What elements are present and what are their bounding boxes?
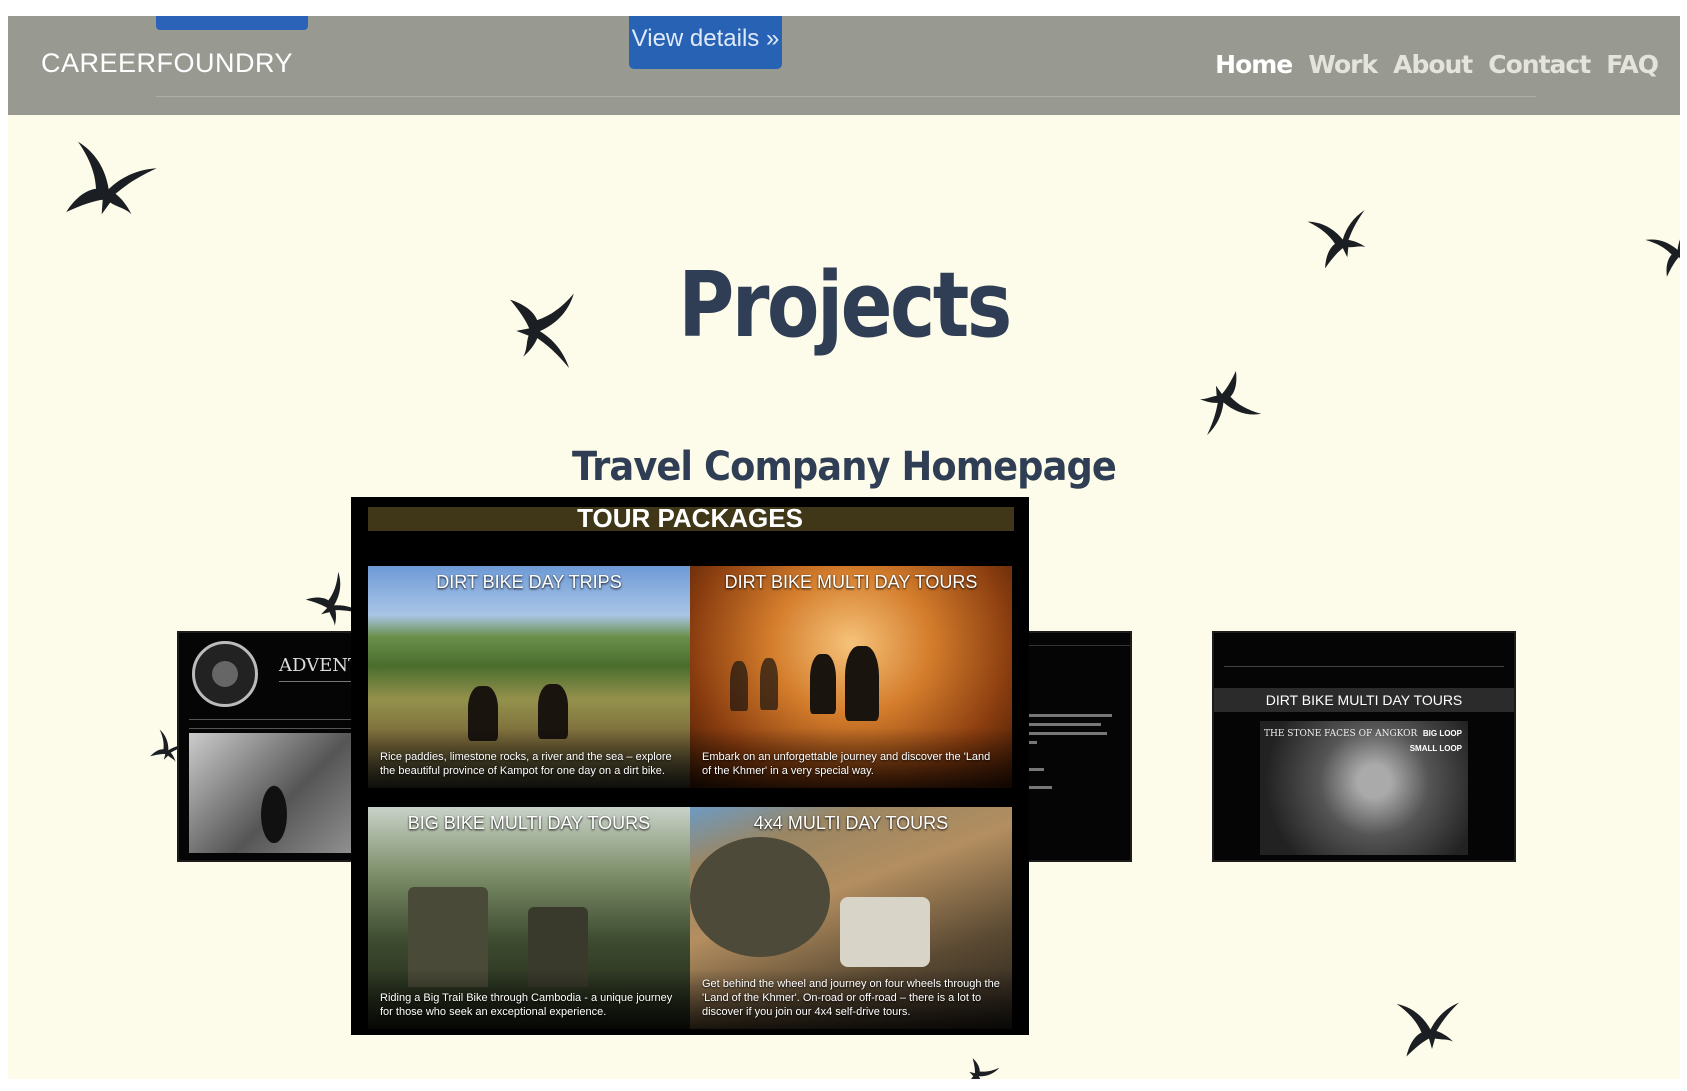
page: CAREERFOUNDRY View details » Home Work A… (8, 16, 1680, 1079)
angkor-photo (1260, 721, 1468, 855)
site-nav (189, 719, 369, 729)
adventure-logo-icon (192, 641, 258, 707)
nav-link-contact[interactable]: Contact (1488, 50, 1591, 79)
tile-title: DIRT BIKE DAY TRIPS (436, 572, 622, 592)
navbar-divider (156, 96, 1536, 97)
site-nav (1224, 658, 1504, 667)
carousel-item-right[interactable]: DIRT BIKE MULTI DAY TOURS THE STONE FACE… (1212, 631, 1516, 862)
small-loop-link[interactable]: SMALL LOOP (1410, 744, 1462, 753)
nav-link-about[interactable]: About (1393, 50, 1473, 79)
bird-silhouette-icon (39, 113, 177, 269)
partial-button[interactable] (156, 16, 308, 30)
tour-tile-4x4-multi-day[interactable]: 4x4 MULTI DAY TOURS Get behind the wheel… (690, 807, 1012, 1029)
carousel-item-left[interactable]: ADVENTUR (177, 631, 371, 862)
tile-title: BIG BIKE MULTI DAY TOURS (407, 813, 651, 833)
carousel-item-active[interactable]: TOUR PACKAGES DIRT BIKE DAY TRIPS Rice p… (351, 497, 1029, 1035)
photo-caption: THE STONE FACES OF ANGKOR (1264, 729, 1418, 739)
big-loop-link[interactable]: BIG LOOP (1423, 729, 1462, 738)
tile-title: 4x4 MULTI DAY TOURS (753, 813, 949, 833)
tile-description: Get behind the wheel and journey on four… (702, 978, 1000, 1018)
tile-description: Rice paddies, limestone rocks, a river a… (380, 751, 672, 777)
navbar: CAREERFOUNDRY View details » Home Work A… (8, 16, 1680, 115)
tile-title: DIRT BIKE MULTI DAY TOURS (724, 572, 978, 592)
section-heading: DIRT BIKE MULTI DAY TOURS (1214, 688, 1514, 712)
bird-silhouette-icon (1393, 966, 1468, 1079)
motorbike-photo (189, 733, 369, 853)
tour-packages-heading: TOUR PACKAGES (577, 503, 803, 533)
tile-description: Embark on an unforgettable journey and d… (702, 751, 991, 777)
tour-tile-big-bike-multi-day[interactable]: BIG BIKE MULTI DAY TOURS Riding a Big Tr… (368, 807, 690, 1029)
bird-silhouette-icon (946, 1040, 1011, 1079)
nav-menu: Home Work About Contact FAQ (1215, 50, 1659, 79)
tile-description: Riding a Big Trail Bike through Cambodia… (380, 992, 673, 1018)
brand-logo-text[interactable]: CAREERFOUNDRY (41, 48, 293, 79)
nav-link-faq[interactable]: FAQ (1606, 50, 1659, 79)
nav-link-home[interactable]: Home (1215, 50, 1293, 79)
project-title: Travel Company Homepage (572, 444, 1117, 490)
tour-tile-dirt-bike-multi-day[interactable]: DIRT BIKE MULTI DAY TOURS Embark on an u… (690, 566, 1012, 788)
view-details-button[interactable]: View details » (629, 16, 782, 69)
bird-silhouette-icon (1624, 170, 1680, 331)
tour-tile-dirt-bike-day-trips[interactable]: DIRT BIKE DAY TRIPS Rice paddies, limest… (368, 566, 690, 788)
page-title: Projects (678, 253, 1012, 358)
nav-link-work[interactable]: Work (1308, 50, 1378, 79)
